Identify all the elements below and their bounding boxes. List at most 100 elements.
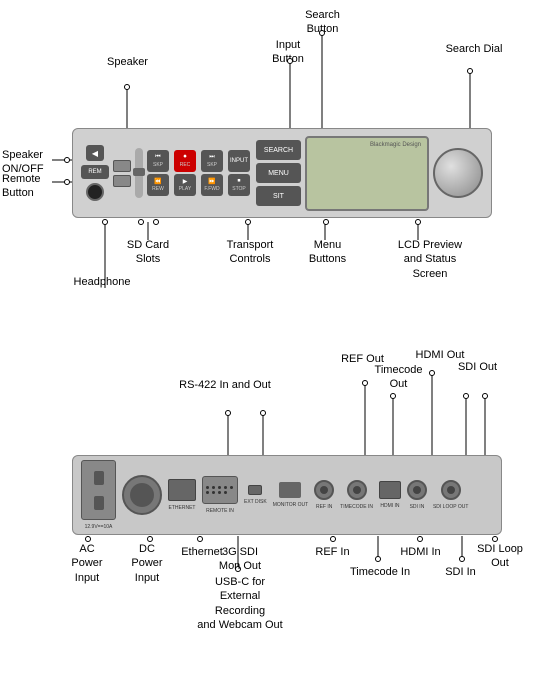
diagram: Speaker SpeakerON/OFF RemoteButton Searc… (0, 0, 539, 680)
prong-1 (94, 471, 104, 485)
3gsdi-label: 3G SDIMon Out (210, 545, 270, 574)
transport-dot (245, 219, 251, 225)
hdmi-in-section: HDMI IN (379, 481, 401, 509)
sd-card-slots (113, 160, 131, 187)
speaker-onoff-dot (64, 157, 70, 163)
transport-controls-label: TransportControls (210, 238, 290, 267)
sd-dot-1 (138, 219, 144, 225)
remote-in-section: REMOTE IN (202, 476, 238, 514)
ref-in-dot (330, 536, 336, 542)
dc-power-section (122, 475, 162, 515)
ref-in-section: REF IN (314, 480, 334, 510)
hdmi-out-dot (429, 370, 435, 376)
ref-in-label: REF IN (316, 504, 332, 510)
btn-play: ▶PLAY (174, 174, 196, 196)
speaker-dot (124, 84, 130, 90)
ethernet-port (168, 479, 196, 501)
ethernet-port-label: ETHERNET (169, 505, 196, 511)
rs422-dot-1 (225, 410, 231, 416)
sdi-out-dot-1 (463, 393, 469, 399)
input-button-dot (287, 58, 293, 64)
sdi-loop-out-section: SDI LOOP OUT (433, 480, 468, 510)
monitor-out-port (279, 482, 301, 498)
left-controls: ◀ REM (81, 145, 109, 201)
ac-power-input-label: ACPowerInput (62, 542, 112, 585)
ref-in-bnc (314, 480, 334, 500)
xlr-connector (122, 475, 162, 515)
hdmi-in-lbl: HDMI In (393, 545, 448, 559)
timecode-in-dot (375, 556, 381, 562)
btn-stop: ⏹STOP (228, 174, 250, 196)
remote-button-dot (64, 179, 70, 185)
timecode-out-label: TimecodeOut (366, 363, 431, 392)
timecode-in-label: TIMECODE IN (340, 504, 373, 510)
btn-rec: ⏺REC (174, 150, 196, 172)
transport-row-1: ⏮SKP ⏺REC ⏭SKP INPUT (147, 150, 252, 172)
hdmi-in-dot (417, 536, 423, 542)
ethernet-section: ETHERNET (168, 479, 196, 511)
sdi-out-label: SDI Out (450, 360, 505, 374)
sdi-loop-out-lbl: SDI LoopOut (470, 542, 530, 571)
sd-card-slots-label: SD CardSlots (118, 238, 178, 267)
sdi-out-dot-2 (482, 393, 488, 399)
bnc-inner-4 (447, 486, 455, 494)
rs422-label: RS-422 In and Out (175, 378, 275, 392)
btn-skip-back: ⏮SKP (147, 150, 169, 172)
lcd-dot (415, 219, 421, 225)
menu-buttons-label: MenuButtons (300, 238, 355, 267)
xlr-inner (130, 483, 154, 507)
menu-buttons: SEARCH MENU SIT (256, 140, 301, 206)
headphone-dot (102, 219, 108, 225)
timecode-in-bnc (347, 480, 367, 500)
hdmi-in-port (379, 481, 401, 499)
btn-menu: MENU (256, 163, 301, 183)
brand-label: Blackmagic Design (370, 142, 421, 148)
usbc-section: EXT DISK (244, 485, 267, 505)
db9-remote-in (202, 476, 238, 504)
btn-rem: REM (81, 165, 109, 179)
sd-slot-2 (113, 175, 131, 187)
sd-dot-2 (153, 219, 159, 225)
transport-controls: ⏮SKP ⏺REC ⏭SKP INPUT ⏪REW ▶PLAY ⏩F.FWD ⏹… (147, 150, 252, 196)
btn-small-1: ◀ (86, 145, 104, 161)
sdi-loop-out-label: SDI LOOP OUT (433, 504, 468, 510)
timecode-out-dot (390, 393, 396, 399)
search-dial-label: Search Dial (438, 42, 510, 56)
btn-circle-1 (86, 183, 104, 201)
btn-input: INPUT (228, 150, 250, 172)
monitor-out-label: MONITOR OUT (273, 502, 308, 508)
lcd-screen: Blackmagic Design (305, 136, 429, 211)
sdi-in-label: SDI IN (410, 504, 425, 510)
volume-slider (135, 138, 143, 208)
usbc-external-label: USB-C forExternal Recordingand Webcam Ou… (195, 575, 285, 632)
ac-power-section: 12.9V==10A (81, 460, 116, 530)
menu-dot (323, 219, 329, 225)
remote-button-label: RemoteButton (2, 172, 62, 201)
btn-rew: ⏪REW (147, 174, 169, 196)
bottom-device: 12.9V==10A ETHERNET REMOTE IN (72, 455, 502, 535)
prong-2 (94, 496, 104, 510)
headphone-label: Headphone (72, 275, 132, 289)
btn-ffwd: ⏩F.FWD (201, 174, 223, 196)
timecode-in-lbl: Timecode In (346, 565, 414, 579)
top-device: ◀ REM ⏮SKP ⏺REC ⏭SKP (72, 128, 492, 218)
btn-sit: SIT (256, 186, 301, 206)
top-device-inner: ◀ REM ⏮SKP ⏺REC ⏭SKP (81, 135, 483, 211)
slider-track (135, 148, 143, 198)
bnc-inner-3 (413, 486, 421, 494)
sdi-in-section: SDI IN (407, 480, 427, 510)
usbc-label: EXT DISK (244, 499, 267, 505)
btn-search: SEARCH (256, 140, 301, 160)
sd-slot-1 (113, 160, 131, 172)
sdi-in-bnc (407, 480, 427, 500)
sdi-in-dot (459, 556, 465, 562)
speaker-label: Speaker (95, 55, 160, 69)
ref-in-lbl: REF In (305, 545, 360, 559)
search-dial-dot (467, 68, 473, 74)
ac-power-connector (81, 460, 116, 520)
db9-pins (206, 486, 234, 494)
bnc-inner-1 (320, 486, 328, 494)
ac-port-label: 12.9V==10A (85, 524, 113, 530)
remote-in-label: REMOTE IN (206, 508, 234, 514)
bnc-inner-2 (353, 486, 361, 494)
